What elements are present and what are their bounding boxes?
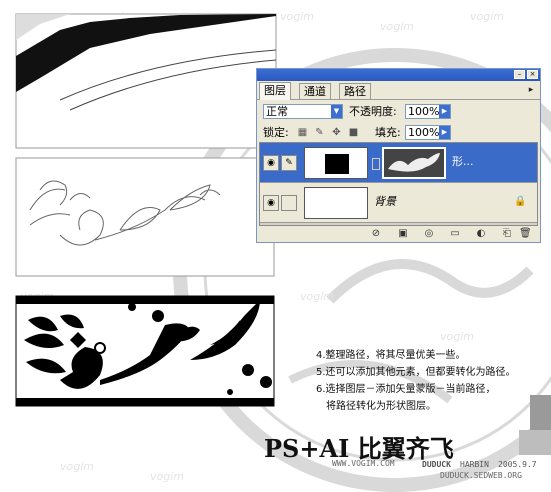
- blend-mode-select[interactable]: 正常 ▼: [263, 104, 343, 119]
- tab-channels[interactable]: 通道: [299, 83, 331, 99]
- credit-email: DUDUCK.SEDWEB.ORG: [440, 471, 522, 480]
- layer-thumbnail: [304, 187, 368, 219]
- svg-text:vogim: vogim: [280, 10, 314, 23]
- credit-url: WWW.VOGIM.COM: [332, 459, 395, 468]
- brush-slot[interactable]: [281, 195, 297, 211]
- tab-paths[interactable]: 路径: [339, 83, 371, 99]
- outline-drawing-preview: [15, 157, 275, 277]
- chevron-right-icon[interactable]: ▶: [439, 126, 450, 139]
- layer-list: ◉ ✎ 形... ◉ 背景 🔒: [259, 142, 538, 226]
- blend-row: 正常 ▼ 不透明度: 100% ▶: [257, 104, 540, 124]
- link-icon: [372, 158, 380, 170]
- svg-text:vogim: vogim: [150, 470, 184, 483]
- panel-menu-icon[interactable]: ▸: [526, 85, 536, 95]
- opacity-label: 不透明度:: [349, 105, 397, 118]
- instruction-line: 将路径转化为形状图层。: [326, 401, 436, 412]
- eye-icon[interactable]: ◉: [263, 195, 279, 211]
- add-mask-icon[interactable]: ◎: [423, 228, 435, 240]
- svg-text:vogim: vogim: [380, 20, 414, 33]
- layer-row-background[interactable]: ◉ 背景 🔒: [260, 183, 537, 223]
- new-layer-icon[interactable]: ⎗: [501, 228, 513, 240]
- layer-name: 形...: [452, 155, 474, 168]
- lock-transparent-icon[interactable]: ▦: [297, 127, 308, 138]
- instruction-line: 4.整理路径，将其尽量优美一些。: [316, 350, 466, 361]
- layer-row-shape[interactable]: ◉ ✎ 形...: [260, 143, 537, 183]
- instructions: 4.整理路径，将其尽量优美一些。 5.还可以添加其他元素，但都要转化为路径。 6…: [316, 347, 516, 415]
- layer-name: 背景: [374, 195, 396, 208]
- eye-icon[interactable]: ◉: [263, 155, 279, 171]
- link-layers-icon[interactable]: ⊘: [370, 228, 382, 240]
- minimize-icon[interactable]: –: [514, 70, 525, 79]
- credit-author: DUDUCK: [422, 460, 451, 469]
- opacity-value: 100%: [408, 105, 440, 118]
- fill-field[interactable]: 100% ▶: [405, 125, 451, 140]
- layer-thumbnail: [304, 147, 368, 179]
- credit-date: 2005.9.7: [498, 460, 537, 469]
- new-set-icon[interactable]: ▭: [449, 228, 461, 240]
- close-icon[interactable]: ×: [527, 70, 538, 79]
- opacity-field[interactable]: 100% ▶: [405, 104, 451, 119]
- layer-style-icon[interactable]: ▣: [397, 228, 409, 240]
- lock-all-icon[interactable]: ■: [348, 127, 359, 138]
- lock-brush-icon[interactable]: ✎: [314, 127, 325, 138]
- zoomed-path-preview: [15, 13, 277, 149]
- panel-tabs: 图层 通道 路径 ▸: [257, 81, 540, 100]
- vector-mask-thumbnail: [382, 147, 446, 179]
- adjustment-layer-icon[interactable]: ◐: [475, 228, 487, 240]
- panel-bottom-bar: ⊘ ▣ ◎ ▭ ◐ ⎗ 🗑: [257, 226, 540, 242]
- corner-block: [530, 395, 551, 430]
- panel-titlebar: – ×: [257, 69, 540, 81]
- chevron-right-icon[interactable]: ▶: [439, 105, 450, 118]
- blend-mode-value: 正常: [266, 105, 288, 118]
- chevron-down-icon[interactable]: ▼: [331, 105, 342, 118]
- tab-layers[interactable]: 图层: [259, 82, 291, 100]
- instruction-line: 6.选择图层－添加矢量蒙版－当前路径，: [316, 384, 496, 395]
- lock-label: 锁定:: [263, 126, 289, 139]
- svg-text:vogim: vogim: [440, 330, 474, 343]
- credit-city: HARBIN: [460, 460, 489, 469]
- svg-text:vogim: vogim: [470, 10, 504, 23]
- svg-text:vogim: vogim: [60, 460, 94, 473]
- delete-layer-icon[interactable]: 🗑: [519, 228, 532, 240]
- lock-move-icon[interactable]: ✥: [331, 127, 342, 138]
- brush-icon[interactable]: ✎: [281, 155, 297, 171]
- black-silhouette-preview: [15, 295, 275, 407]
- instruction-line: 5.还可以添加其他元素，但都要转化为路径。: [316, 367, 516, 378]
- lock-icon: 🔒: [514, 196, 527, 207]
- svg-text:vogim: vogim: [300, 290, 334, 303]
- fill-value: 100%: [408, 126, 440, 139]
- fill-label: 填充:: [375, 126, 401, 139]
- corner-block: [519, 430, 551, 455]
- layers-panel: – × 图层 通道 路径 ▸ 正常 ▼ 不透明度: 100% ▶ 锁定: ▦ ✎…: [256, 68, 541, 243]
